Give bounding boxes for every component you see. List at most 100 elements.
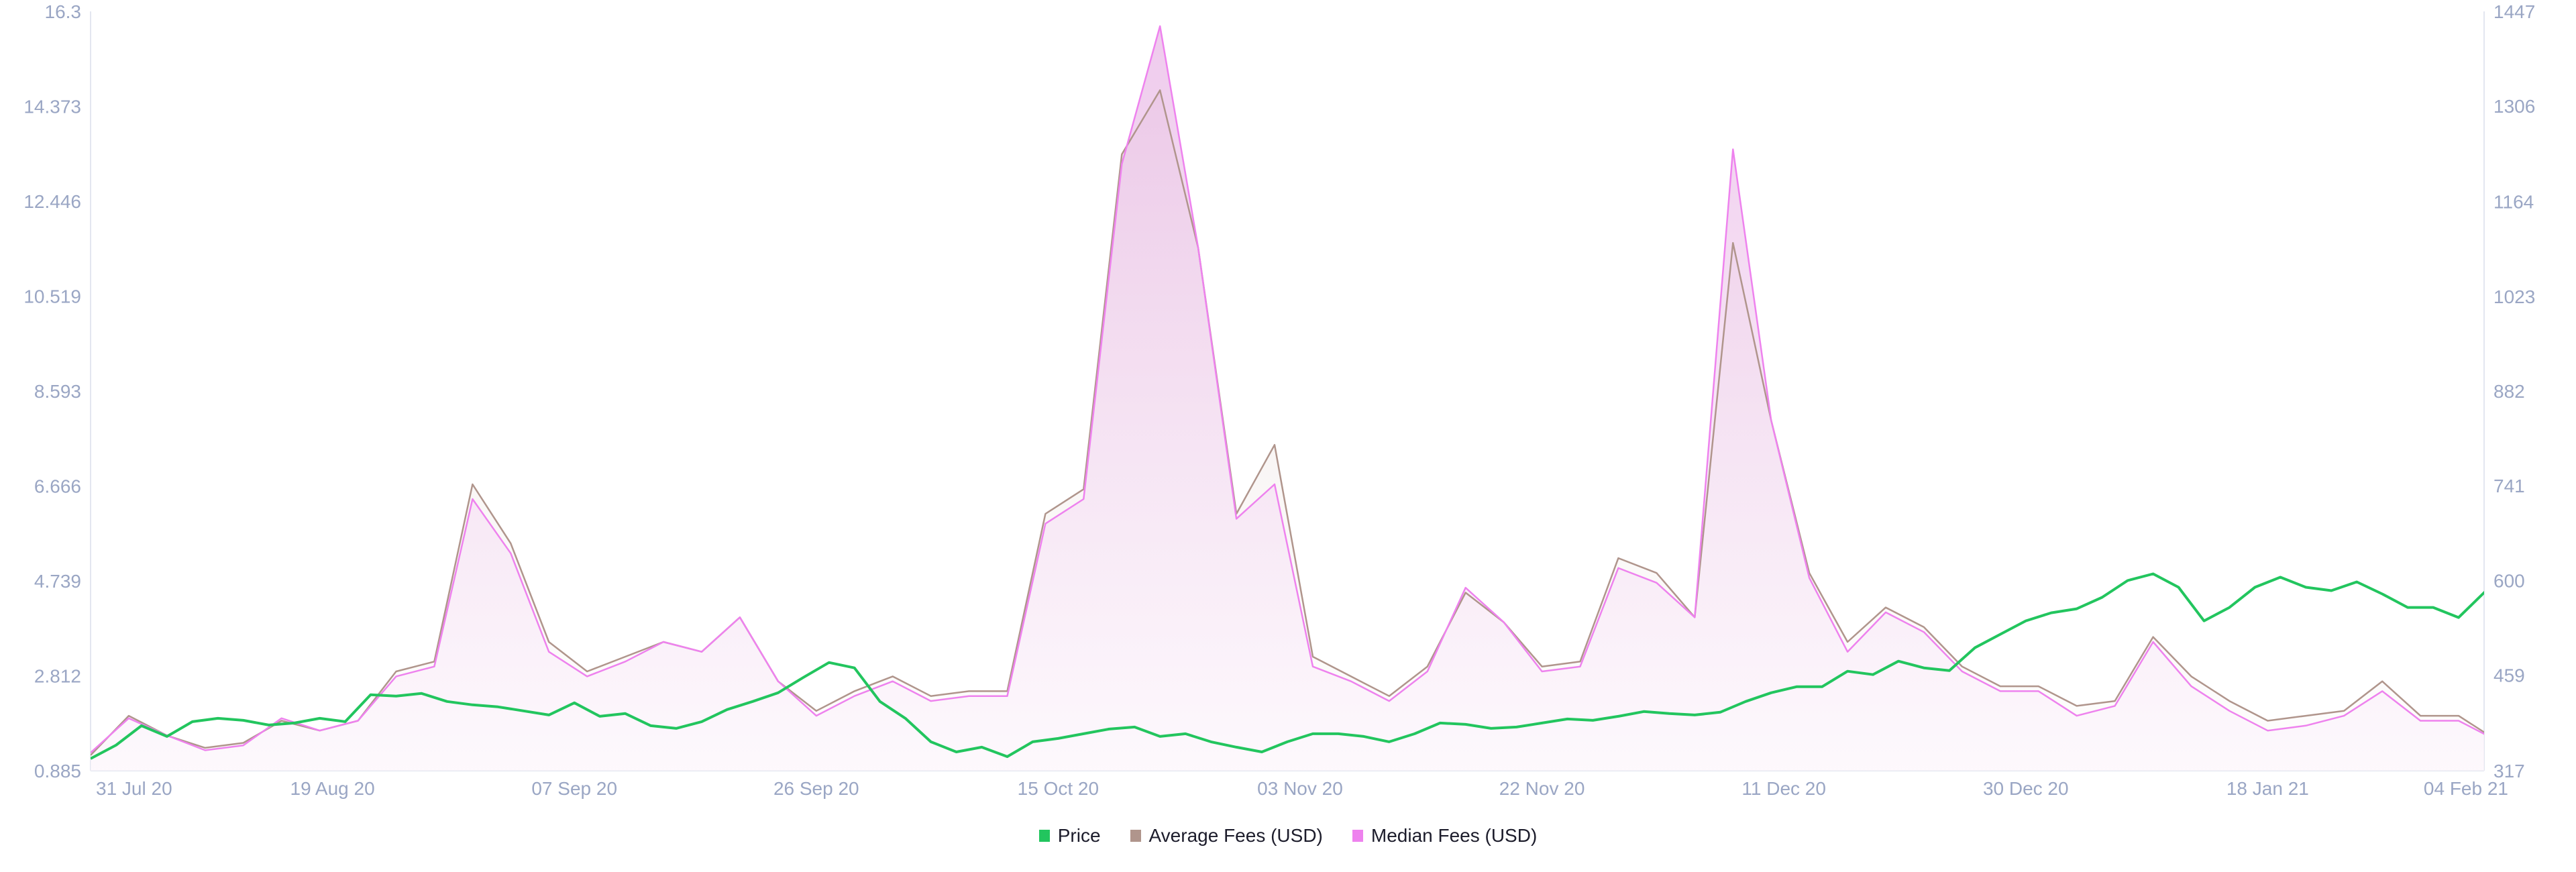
median-fees-point[interactable] [394,674,398,678]
price-point[interactable] [2559,580,2563,584]
median-fees-point[interactable] [318,728,322,732]
median-fees-point[interactable] [1998,689,2002,693]
average-fees-point[interactable] [1426,665,1430,669]
price-point[interactable] [674,726,678,730]
average-fees-point[interactable] [547,640,551,644]
average-fees-point[interactable] [432,659,436,663]
price-point[interactable] [2227,606,2231,610]
median-fees-point[interactable] [891,679,895,684]
price-point[interactable] [1515,725,1519,729]
price-point[interactable] [1591,718,1595,722]
price-point[interactable] [267,723,271,727]
median-fees-point[interactable] [241,743,246,747]
median-fees-point[interactable] [585,674,589,678]
price-point[interactable] [1107,727,1111,731]
median-fees-point[interactable] [432,665,436,669]
average-fees-point[interactable] [1464,591,1468,595]
price-point[interactable] [1183,732,1187,736]
price-point[interactable] [1413,732,1417,736]
price-point[interactable] [1438,721,1442,725]
average-fees-point[interactable] [1158,89,1162,93]
median-fees-point[interactable] [2113,704,2117,708]
average-fees-point[interactable] [2037,684,2041,688]
median-fees-point[interactable] [853,694,857,698]
price-point[interactable] [1285,740,1289,744]
average-fees-point[interactable] [623,655,627,659]
average-fees-point[interactable] [1273,443,1277,447]
median-fees-point[interactable] [2418,719,2422,723]
price-point[interactable] [1871,673,1875,677]
median-fees-point[interactable] [1922,630,1926,634]
average-fees-point[interactable] [2457,714,2461,718]
price-point[interactable] [1336,732,1340,736]
median-fees-point[interactable] [1120,162,1124,166]
average-fees-point[interactable] [508,541,513,545]
average-fees-point[interactable] [2190,674,2194,678]
price-point[interactable] [1845,669,1849,673]
price-point[interactable] [1947,669,1951,673]
average-fees-point[interactable] [1311,655,1315,659]
median-fees-point[interactable] [1616,566,1620,570]
price-point[interactable] [2355,580,2359,584]
price-point[interactable] [216,716,220,720]
price-point[interactable] [1616,714,1620,718]
average-fees-point[interactable] [1234,512,1238,516]
median-fees-point[interactable] [508,551,513,555]
price-point[interactable] [1006,755,1010,759]
average-fees-point[interactable] [1387,694,1391,698]
price-point[interactable] [1743,700,1748,704]
price-point[interactable] [2177,586,2181,590]
median-fees-point[interactable] [1043,522,1047,526]
average-fees-point[interactable] [585,669,589,673]
price-point[interactable] [2431,606,2435,610]
median-fees-point[interactable] [1273,482,1277,486]
median-fees-point[interactable] [1464,586,1468,590]
price-point[interactable] [2304,586,2308,590]
price-point[interactable] [521,709,525,713]
median-fees-point[interactable] [776,679,780,684]
price-point[interactable] [572,701,576,705]
price-point[interactable] [955,750,959,754]
price-point[interactable] [2024,619,2028,623]
price-point[interactable] [1667,712,1671,716]
price-point[interactable] [1132,725,1136,729]
median-fees-point[interactable] [2495,739,2499,743]
price-point[interactable] [1820,685,1824,689]
median-fees-point[interactable] [1158,24,1162,28]
average-fees-point[interactable] [1731,241,1735,245]
median-fees-point[interactable] [929,699,933,703]
average-fees-point[interactable] [394,669,398,673]
price-point[interactable] [445,700,449,704]
price-point[interactable] [904,716,908,720]
median-fees-point[interactable] [2533,724,2537,728]
median-fees-point[interactable] [1387,699,1391,703]
average-fees-point[interactable] [1960,665,1964,669]
legend-item-price[interactable]: Price [1038,825,1101,847]
average-fees-point[interactable] [2380,679,2384,684]
median-fees-point[interactable] [700,650,704,654]
price-point[interactable] [1464,722,1468,726]
average-fees-point[interactable] [1120,152,1124,156]
median-fees-point[interactable] [1654,581,1658,585]
average-fees-point[interactable] [2265,719,2269,723]
average-fees-point[interactable] [891,674,895,678]
median-fees-point[interactable] [1349,679,1353,684]
price-point[interactable] [929,740,933,744]
price-point[interactable] [2075,607,2079,611]
median-fees-point[interactable] [1769,419,1773,423]
median-fees-point[interactable] [814,714,818,718]
price-point[interactable] [1234,745,1238,749]
price-point[interactable] [2253,586,2257,590]
median-fees-point[interactable] [165,734,169,738]
price-point[interactable] [751,700,755,704]
price-point[interactable] [2380,592,2384,596]
price-point[interactable] [2151,572,2155,576]
median-fees-point[interactable] [1234,516,1238,521]
median-fees-point[interactable] [1426,669,1430,673]
average-fees-point[interactable] [1884,606,1888,610]
price-point[interactable] [2049,611,2053,615]
average-fees-point[interactable] [1349,674,1353,678]
median-fees-point[interactable] [1311,665,1315,669]
price-point[interactable] [140,724,144,728]
price-point[interactable] [853,666,857,670]
